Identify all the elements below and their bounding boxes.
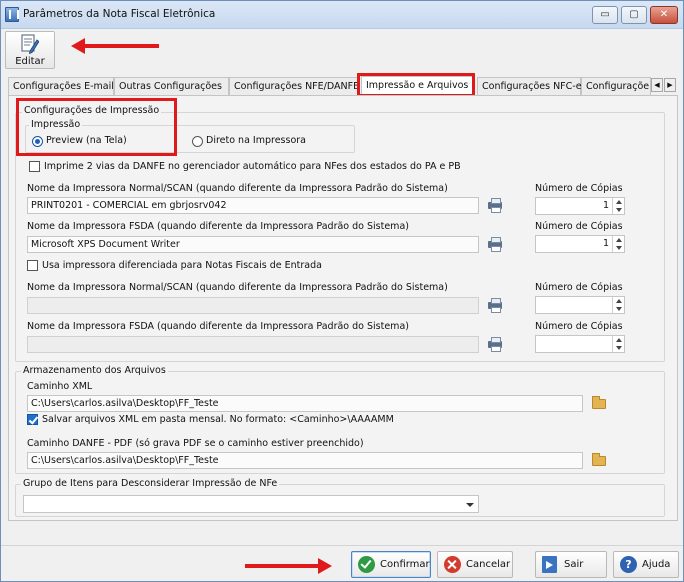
annotation-arrow-edit [71, 38, 159, 54]
print2-checkbox[interactable] [29, 161, 40, 172]
group-items-select[interactable] [23, 495, 479, 513]
cancel-button[interactable]: Cancelar [437, 551, 513, 578]
radio-preview-label: Preview (na Tela) [46, 135, 127, 146]
normal-printer-label: Nome da Impressora Normal/SCAN (quando d… [27, 183, 448, 194]
tab-nfe-danfe[interactable]: Configurações NFE/DANFE [229, 77, 359, 95]
cancel-icon [444, 556, 461, 573]
print2-label: Imprime 2 vias da DANFE no gerenciador a… [44, 161, 461, 172]
confirm-button-label: Confirmar [380, 559, 430, 570]
storage-title: Armazenamento dos Arquivos [21, 365, 168, 376]
entrada-checkbox[interactable] [27, 260, 38, 271]
printer-icon[interactable] [486, 336, 504, 352]
monthly-folder-checkbox[interactable] [27, 414, 38, 425]
help-button[interactable]: ? Ajuda [613, 551, 679, 578]
maximize-button[interactable]: ▢ [621, 6, 647, 24]
entrada-normal-copies-stepper[interactable] [535, 296, 625, 314]
tab-outras[interactable]: Outras Configurações [114, 77, 229, 95]
main-window: Parâmetros da Nota Fiscal Eletrônica ▭ ▢… [0, 0, 684, 582]
print-config-title: Configurações de Impressão [22, 105, 162, 116]
copies-label: Número de Cópias [535, 221, 623, 232]
xml-path-field[interactable]: C:\Users\carlos.asilva\Desktop\FF_Teste [27, 395, 583, 412]
chevron-down-icon [466, 503, 474, 507]
radio-direct-label: Direto na Impressora [206, 135, 306, 146]
radio-preview[interactable] [32, 136, 43, 147]
window-title: Parâmetros da Nota Fiscal Eletrônica [23, 8, 216, 20]
exit-button[interactable]: Sair [535, 551, 607, 578]
edit-button-label: Editar [15, 56, 45, 67]
printer-icon[interactable] [486, 197, 504, 213]
tab-impressao-arquivos[interactable]: Impressão e Arquivos [361, 76, 474, 96]
toolbar: Editar [1, 29, 683, 71]
group-items-title: Grupo de Itens para Desconsiderar Impres… [21, 478, 280, 489]
copies-label: Número de Cópias [535, 282, 623, 293]
pdf-path-label: Caminho DANFE - PDF (só grava PDF se o c… [27, 438, 364, 449]
folder-icon[interactable] [590, 452, 608, 468]
exit-icon [542, 556, 557, 573]
annotation-arrow-confirm [245, 558, 332, 574]
bottom-separator [1, 545, 683, 546]
entrada-normal-field[interactable] [27, 297, 479, 314]
edit-button[interactable]: Editar [5, 31, 55, 69]
help-button-label: Ajuda [642, 559, 671, 570]
help-icon: ? [620, 556, 637, 573]
app-icon [5, 7, 19, 22]
radio-direct[interactable] [192, 136, 203, 147]
tab-configuracoes-more[interactable]: Configuraçõe [581, 77, 651, 95]
minimize-button[interactable]: ▭ [592, 6, 618, 24]
printer-icon[interactable] [486, 297, 504, 313]
entrada-label: Usa impressora diferenciada para Notas F… [42, 260, 322, 271]
entrada-normal-label: Nome da Impressora Normal/SCAN (quando d… [27, 282, 448, 293]
cancel-button-label: Cancelar [466, 559, 511, 570]
fsda-printer-field[interactable]: Microsoft XPS Document Writer [27, 236, 479, 253]
tab-scroll-left-icon[interactable]: ◀ [651, 78, 663, 92]
folder-icon[interactable] [590, 395, 608, 411]
normal-copies-stepper[interactable]: 1 [535, 197, 625, 215]
edit-document-icon [21, 34, 39, 54]
tab-scroll-right-icon[interactable]: ▶ [664, 78, 676, 92]
exit-button-label: Sair [564, 559, 584, 570]
tab-strip: Configurações E-mail Outras Configuraçõe… [8, 76, 678, 96]
pdf-path-field[interactable]: C:\Users\carlos.asilva\Desktop\FF_Teste [27, 452, 583, 469]
entrada-fsda-label: Nome da Impressora FSDA (quando diferent… [27, 321, 409, 332]
copies-label: Número de Cópias [535, 321, 623, 332]
fsda-copies-value: 1 [602, 238, 609, 249]
fsda-printer-label: Nome da Impressora FSDA (quando diferent… [27, 221, 409, 232]
confirm-button[interactable]: Confirmar [351, 551, 431, 578]
xml-path-label: Caminho XML [27, 381, 93, 392]
tab-nfce[interactable]: Configurações NFC-e [477, 77, 582, 95]
entrada-fsda-field[interactable] [27, 336, 479, 353]
title-bar: Parâmetros da Nota Fiscal Eletrônica ▭ ▢… [1, 1, 683, 29]
monthly-folder-label: Salvar arquivos XML em pasta mensal. No … [42, 414, 394, 425]
printer-icon[interactable] [486, 236, 504, 252]
close-button[interactable]: ✕ [650, 6, 678, 24]
normal-printer-field[interactable]: PRINT0201 - COMERCIAL em gbrjosrv042 [27, 197, 479, 214]
fsda-copies-stepper[interactable]: 1 [535, 235, 625, 253]
normal-copies-value: 1 [602, 200, 609, 211]
check-icon [358, 556, 375, 573]
copies-label: Número de Cópias [535, 183, 623, 194]
impressao-title: Impressão [29, 119, 83, 130]
tab-email[interactable]: Configurações E-mail [8, 77, 114, 95]
entrada-fsda-copies-stepper[interactable] [535, 335, 625, 353]
